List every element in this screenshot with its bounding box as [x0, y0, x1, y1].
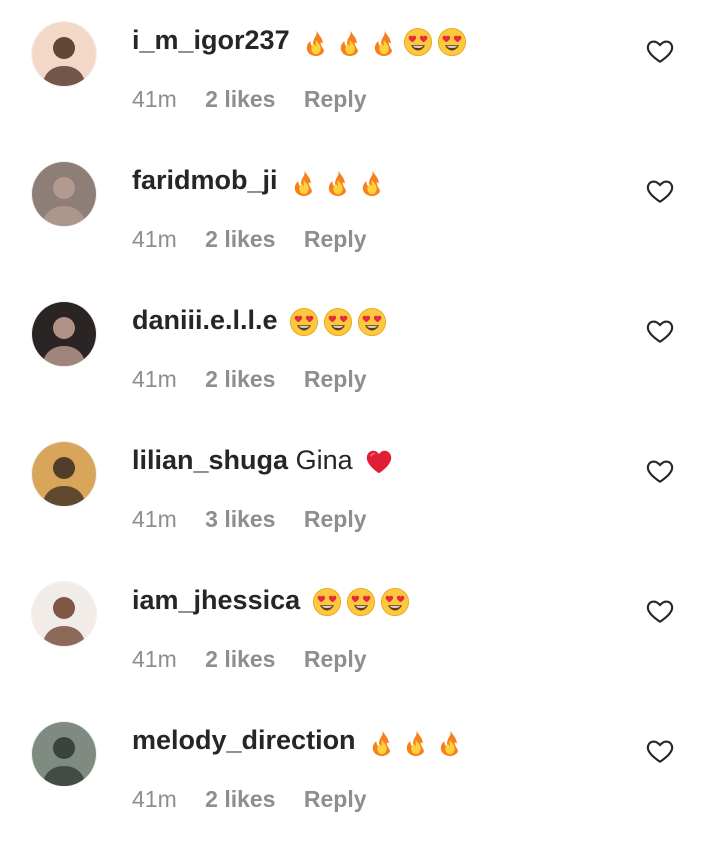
fire-emoji-icon — [301, 27, 331, 57]
comment-emojis — [363, 725, 465, 757]
fire-emoji-icon — [435, 727, 465, 757]
fire-emoji-icon — [289, 167, 319, 197]
heart-eyes-emoji-icon — [323, 307, 353, 337]
comment-likes[interactable]: 2 likes — [205, 86, 275, 112]
heart-outline-icon[interactable] — [645, 176, 675, 206]
comment-item: lilian_shuga Gina 41m 3 likes Reply — [0, 420, 720, 560]
comment-emojis — [285, 305, 387, 337]
comment-meta: 41m 2 likes Reply — [132, 82, 367, 116]
comment-username[interactable]: iam_jhessica — [132, 585, 300, 615]
comment-likes[interactable]: 2 likes — [205, 786, 275, 812]
comment-likes[interactable]: 2 likes — [205, 226, 275, 252]
reply-button[interactable]: Reply — [304, 786, 367, 812]
comment-meta: 41m 2 likes Reply — [132, 222, 367, 256]
avatar[interactable] — [32, 582, 96, 646]
comment-item: daniii.e.l.l.e 41m 2 likes Reply — [0, 280, 720, 420]
fire-emoji-icon — [367, 727, 397, 757]
comment-item: melody_direction 41m 2 likes Reply — [0, 700, 720, 840]
comment-emojis — [308, 585, 410, 617]
comment-text: iam_jhessica — [132, 580, 410, 620]
avatar[interactable] — [32, 442, 96, 506]
reply-button[interactable]: Reply — [304, 86, 367, 112]
heart-outline-icon[interactable] — [645, 596, 675, 626]
reply-button[interactable]: Reply — [304, 506, 367, 532]
comment-body: Gina — [295, 445, 353, 475]
comment-item: i_m_igor237 41m 2 likes Reply — [0, 0, 720, 140]
heart-eyes-emoji-icon — [357, 307, 387, 337]
heart-outline-icon[interactable] — [645, 456, 675, 486]
comment-item: iam_jhessica 41m 2 likes Reply — [0, 560, 720, 700]
comment-time: 41m — [132, 646, 177, 672]
comment-meta: 41m 2 likes Reply — [132, 362, 367, 396]
comment-emojis — [297, 25, 467, 57]
fire-emoji-icon — [323, 167, 353, 197]
reply-button[interactable]: Reply — [304, 226, 367, 252]
comment-likes[interactable]: 3 likes — [205, 506, 275, 532]
comment-username[interactable]: daniii.e.l.l.e — [132, 305, 278, 335]
avatar[interactable] — [32, 162, 96, 226]
avatar[interactable] — [32, 722, 96, 786]
comment-username[interactable]: i_m_igor237 — [132, 25, 290, 55]
comment-meta: 41m 3 likes Reply — [132, 502, 367, 536]
comment-username[interactable]: melody_direction — [132, 725, 356, 755]
comment-time: 41m — [132, 366, 177, 392]
heart-eyes-emoji-icon — [289, 307, 319, 337]
avatar[interactable] — [32, 22, 96, 86]
fire-emoji-icon — [369, 27, 399, 57]
comment-time: 41m — [132, 506, 177, 532]
comment-text: i_m_igor237 — [132, 20, 467, 60]
comment-text: lilian_shuga Gina — [132, 440, 394, 480]
heart-outline-icon[interactable] — [645, 36, 675, 66]
red-heart-emoji-icon — [364, 447, 394, 477]
comment-meta: 41m 2 likes Reply — [132, 782, 367, 816]
fire-emoji-icon — [335, 27, 365, 57]
heart-outline-icon[interactable] — [645, 316, 675, 346]
heart-eyes-emoji-icon — [312, 587, 342, 617]
comment-text: faridmob_ji — [132, 160, 387, 200]
comment-item: faridmob_ji 41m 2 likes Reply — [0, 140, 720, 280]
comment-emojis — [360, 445, 394, 475]
comment-time: 41m — [132, 86, 177, 112]
comment-list: i_m_igor237 41m 2 likes Reply faridmob_j… — [0, 0, 720, 849]
heart-eyes-emoji-icon — [437, 27, 467, 57]
comment-username[interactable]: faridmob_ji — [132, 165, 278, 195]
heart-outline-icon[interactable] — [645, 736, 675, 766]
heart-eyes-emoji-icon — [403, 27, 433, 57]
comment-emojis — [285, 165, 387, 197]
fire-emoji-icon — [401, 727, 431, 757]
comment-time: 41m — [132, 786, 177, 812]
reply-button[interactable]: Reply — [304, 646, 367, 672]
comment-likes[interactable]: 2 likes — [205, 366, 275, 392]
comment-username[interactable]: lilian_shuga — [132, 445, 288, 475]
avatar[interactable] — [32, 302, 96, 366]
reply-button[interactable]: Reply — [304, 366, 367, 392]
comment-text: daniii.e.l.l.e — [132, 300, 387, 340]
comment-time: 41m — [132, 226, 177, 252]
comment-text: melody_direction — [132, 720, 465, 760]
heart-eyes-emoji-icon — [346, 587, 376, 617]
comment-likes[interactable]: 2 likes — [205, 646, 275, 672]
fire-emoji-icon — [357, 167, 387, 197]
heart-eyes-emoji-icon — [380, 587, 410, 617]
comment-meta: 41m 2 likes Reply — [132, 642, 367, 676]
